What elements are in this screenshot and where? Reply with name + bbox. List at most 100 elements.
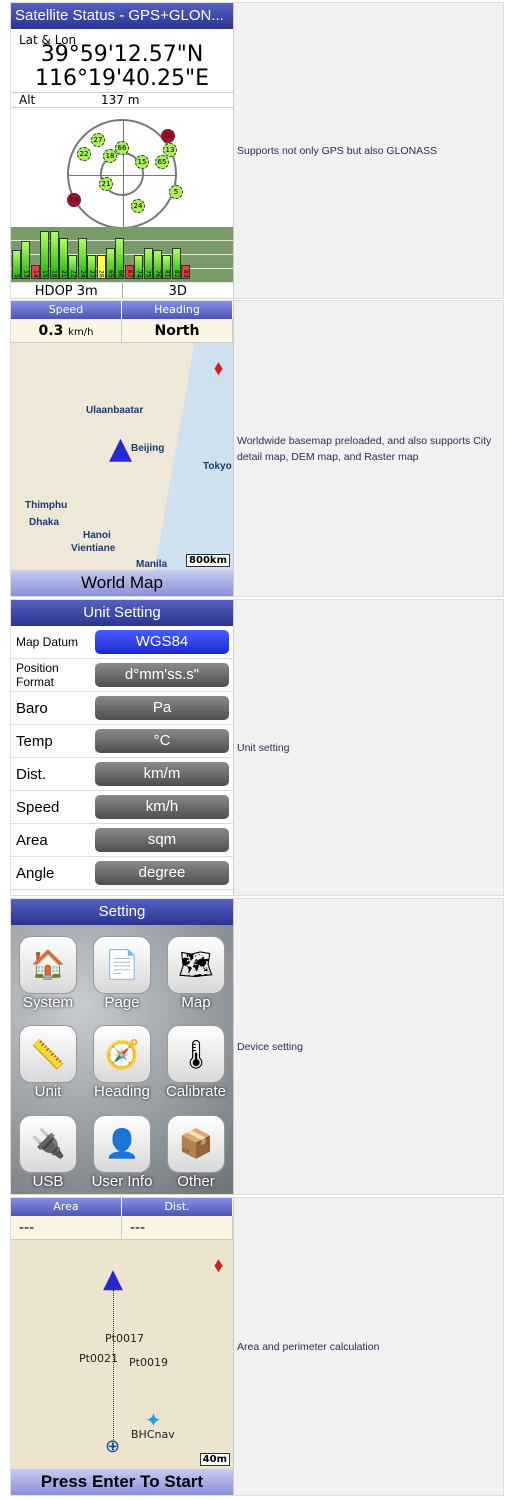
sky-plot: 27 22 18 66 28 13 15 65 21 14 5 24 — [67, 119, 183, 229]
start-point-icon: ⊕ — [105, 1436, 121, 1457]
waypoint-label: Pt0017 — [105, 1332, 144, 1345]
setting-label: User Info — [91, 1172, 153, 1190]
satellite-marker: 27 — [91, 133, 105, 147]
setting-label: Map — [181, 993, 211, 1011]
unit-label: Position Format — [16, 661, 59, 689]
latitude: 39°59'12.57"N — [40, 42, 204, 67]
unit-value-button[interactable]: Pa — [95, 696, 229, 720]
area-map[interactable]: ⬧ ▲ Pt0017 Pt0021 Pt0019 BHCnav ✦ ⊕ 40m — [11, 1240, 233, 1469]
signal-bar: 66 — [115, 238, 125, 279]
unit-value-button[interactable]: WGS84 — [95, 630, 229, 654]
setting-calibrate[interactable]: 🌡 Calibrate — [159, 1015, 233, 1105]
setting-label: Page — [104, 993, 140, 1011]
start-prompt[interactable]: Press Enter To Start — [11, 1469, 233, 1495]
setting-label: Other — [177, 1172, 215, 1190]
unit-row: Speed km/h — [11, 791, 233, 824]
unit-row: Baro Pa — [11, 692, 233, 725]
heading-value: North — [122, 319, 233, 342]
unit-row: Dist. km/m — [11, 758, 233, 791]
unit-label: Angle — [16, 864, 55, 882]
satellite-screen: Satellite Status - GPS+GLON... Lat & Lon… — [11, 3, 234, 298]
caption: Supports not only GPS but also GLONASS — [234, 3, 503, 298]
unit-value-button[interactable]: km/m — [95, 762, 229, 786]
row-worldmap: Speed Heading 0.3 km/h North ⬧ Ulaanbaatar… — [10, 300, 504, 597]
satellite-marker: 66 — [115, 141, 129, 155]
signal-bar: 24 — [77, 238, 87, 279]
signal-bar: 22 — [68, 255, 78, 279]
setting-system[interactable]: 🏠 System — [11, 925, 85, 1015]
caption: Unit setting — [234, 600, 503, 895]
satellite-marker: 14 — [67, 193, 81, 207]
dist-value: --- — [122, 1216, 233, 1239]
row-units: Unit Setting Map Datum WGS84 Position Form… — [10, 599, 504, 896]
position-arrow-icon: ▲ — [103, 1264, 123, 1294]
unit-label: Dist. — [16, 765, 46, 783]
map-footer: World Map — [11, 570, 233, 596]
setting-heading[interactable]: 🧭 Heading — [85, 1015, 159, 1105]
signal-bars: 5 13 14 15 18 21 22 24 27 28 65 66 67 74 75 76 81 82 83 — [11, 227, 233, 283]
setting-map[interactable]: 🗺 Map — [159, 925, 233, 1015]
place-label: Ulaanbaatar — [86, 405, 144, 416]
satellite-marker: 24 — [131, 199, 145, 213]
setting-usb[interactable]: 🔌 USB — [11, 1104, 85, 1194]
signal-bar: 67 — [124, 264, 134, 279]
unit-row: Map Datum WGS84 — [11, 626, 233, 659]
unit-value-button[interactable]: °C — [95, 729, 229, 753]
setting-unit[interactable]: 📏 Unit — [11, 1015, 85, 1105]
setting-label: System — [22, 993, 73, 1011]
signal-bar: 18 — [49, 231, 59, 279]
setting-title: Setting — [11, 899, 233, 925]
world-map[interactable]: ⬧ Ulaanbaatar Beijing Tokyo Thimphu Dhak… — [11, 343, 233, 570]
compass-icon: ⬧ — [214, 1252, 223, 1276]
page-icon: 📄 — [93, 935, 151, 994]
speed-value: 0.3 — [38, 323, 64, 339]
unit-icon: 📏 — [19, 1025, 77, 1084]
place-label: Tokyo — [203, 461, 232, 472]
waypoint-label: Pt0021 — [79, 1352, 118, 1365]
signal-bar: 14 — [30, 264, 40, 279]
worldmap-screen: Speed Heading 0.3 km/h North ⬧ Ulaanbaatar… — [11, 301, 234, 596]
map-icon: 🗺 — [167, 935, 225, 994]
heading-label: Heading — [122, 301, 233, 319]
satellite-marker: 15 — [135, 155, 149, 169]
signal-bar: 27 — [87, 255, 97, 279]
row-satellite: Satellite Status - GPS+GLON... Lat & Lon… — [10, 2, 504, 299]
unit-setting-title: Unit Setting — [11, 600, 233, 626]
map-scale: 40m — [199, 1453, 230, 1466]
place-label: Beijing — [131, 443, 165, 454]
signal-bar: 74 — [134, 255, 144, 279]
caption: Worldwide basemap preloaded, and also su… — [234, 301, 503, 596]
signal-bar: 5 — [12, 250, 21, 279]
row-settings: Setting 🏠 System 📄 Page 🗺 Map 📏 Unit 🧭 Heading 🌡 Ca… — [10, 898, 504, 1195]
signal-bar: 82 — [171, 247, 181, 279]
signal-bar: 21 — [59, 238, 68, 279]
setting-page[interactable]: 📄 Page — [85, 925, 159, 1015]
user-info-icon: 👤 — [93, 1114, 151, 1173]
signal-bar: 13 — [21, 240, 31, 279]
unit-value-button[interactable]: sqm — [95, 828, 229, 852]
place-label: Hanoi — [83, 530, 111, 541]
unit-row: Angle degree — [11, 857, 233, 890]
signal-bar: 28 — [96, 255, 106, 279]
heading-icon: 🧭 — [93, 1025, 151, 1084]
alt-value: 137 m — [101, 93, 140, 107]
area-label: Area — [11, 1198, 122, 1216]
system-icon: 🏠 — [19, 935, 77, 994]
setting-user-info[interactable]: 👤 User Info — [85, 1104, 159, 1194]
area-value: --- — [11, 1216, 122, 1239]
usb-icon: 🔌 — [19, 1114, 77, 1173]
fix-value: 3D — [168, 284, 187, 298]
row-area: Area Dist. --- --- ⬧ ▲ Pt0017 Pt0021 Pt001… — [10, 1197, 504, 1496]
setting-other[interactable]: 📦 Other — [159, 1104, 233, 1194]
setting-label: USB — [32, 1172, 64, 1190]
unit-value-button[interactable]: d°mm'ss.s" — [95, 663, 229, 687]
place-label: Vientiane — [71, 543, 116, 554]
signal-bar: 81 — [162, 255, 172, 279]
unit-setting-screen: Unit Setting Map Datum WGS84 Position Form… — [11, 600, 234, 895]
setting-label: Heading — [94, 1083, 150, 1101]
caption: Device setting — [234, 899, 503, 1194]
dist-label: Dist. — [122, 1198, 233, 1216]
unit-value-button[interactable]: degree — [95, 861, 229, 885]
signal-bar: 65 — [106, 247, 115, 279]
unit-value-button[interactable]: km/h — [95, 795, 229, 819]
